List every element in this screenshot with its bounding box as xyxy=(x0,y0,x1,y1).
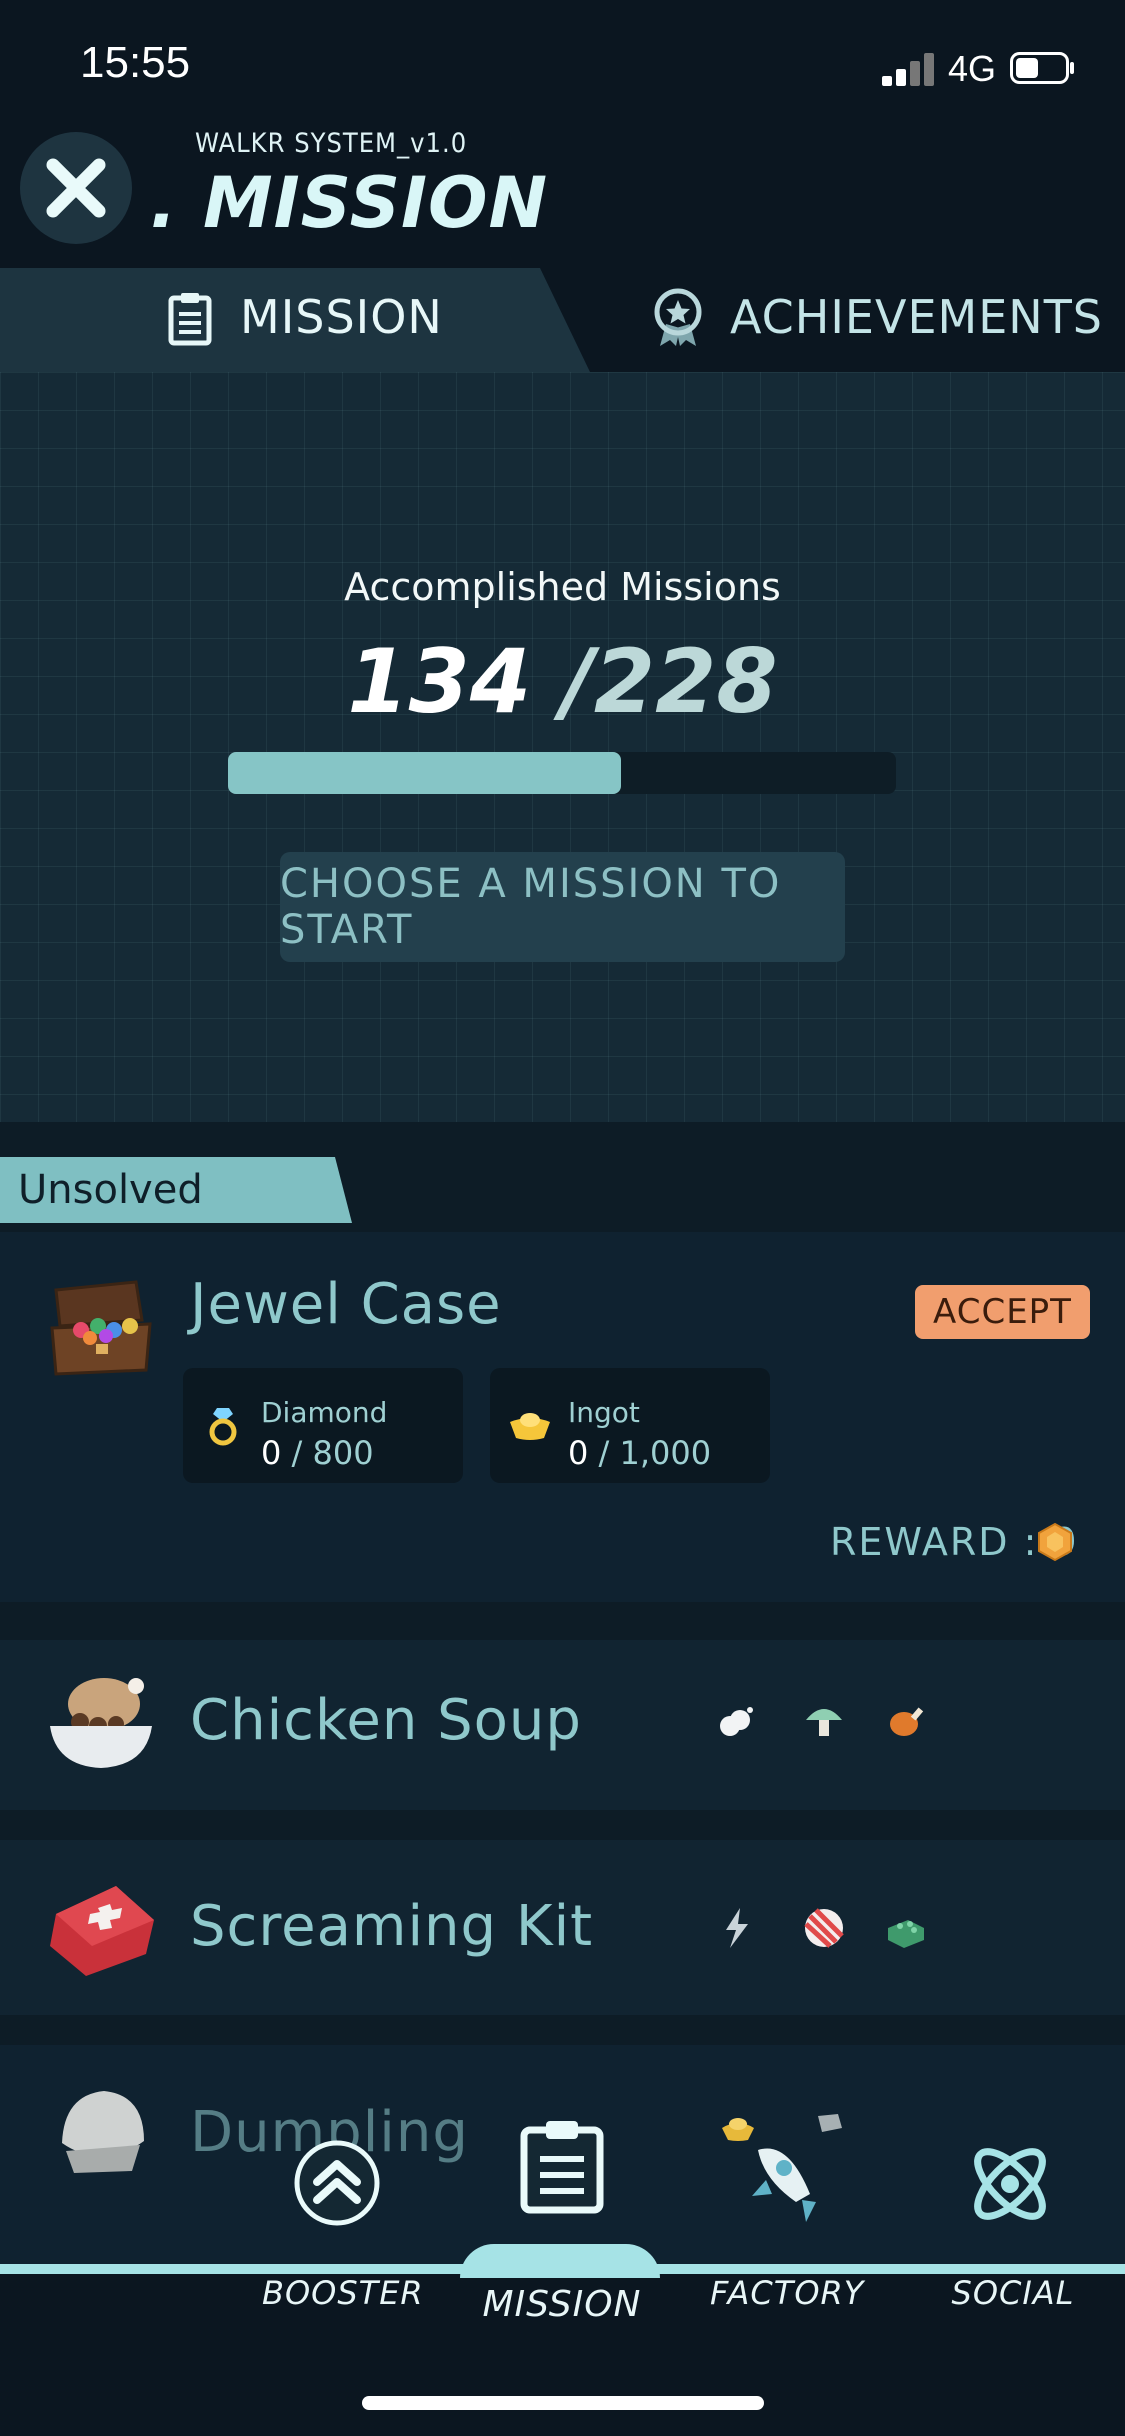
tab-mission-label: MISSION xyxy=(240,290,443,344)
nav-factory-label: FACTORY xyxy=(710,2274,865,2312)
close-icon xyxy=(46,158,106,218)
dumpling-icon xyxy=(62,2091,144,2173)
mission-name: Jewel Case xyxy=(190,1272,502,1337)
requirement-name: Diamond xyxy=(261,1396,388,1429)
home-indicator[interactable] xyxy=(362,2396,764,2410)
drumstick-icon xyxy=(890,1707,924,1736)
nav-mission-label: MISSION xyxy=(482,2284,642,2325)
battery-icon xyxy=(1010,52,1074,84)
page-title: . MISSION xyxy=(150,162,549,244)
nav-social-label: SOCIAL xyxy=(951,2274,1075,2312)
mission-summary-panel xyxy=(0,372,1125,1122)
clipboard-icon xyxy=(520,2121,604,2214)
brick-icon xyxy=(888,1920,924,1948)
requirement-value: 0 / 1,000 xyxy=(568,1434,712,1472)
progress-bar-fill xyxy=(228,752,621,794)
clipboard-icon xyxy=(168,293,212,346)
requirement-ingot: Ingot 0 / 1,000 xyxy=(490,1368,770,1483)
status-time: 15:55 xyxy=(80,38,191,87)
striped-ball-icon xyxy=(804,1908,844,1948)
medal-icon xyxy=(654,288,702,346)
network-label: 4G xyxy=(948,48,997,89)
progress-bar xyxy=(228,752,896,794)
lightning-icon xyxy=(726,1908,748,1948)
mission-name: Screaming Kit xyxy=(190,1894,594,1959)
requirement-name: Ingot xyxy=(568,1396,640,1429)
diamond-ring-icon xyxy=(209,1408,237,1446)
chicken-soup-icon xyxy=(50,1678,152,1768)
tab-achievements-label: ACHIEVEMENTS xyxy=(730,290,1103,344)
rocket-icon xyxy=(722,2114,842,2222)
section-header: Unsolved xyxy=(0,1157,352,1223)
mushroom-icon xyxy=(806,1709,842,1736)
accomplished-label: Accomplished Missions xyxy=(344,565,781,609)
accept-button[interactable]: ACCEPT xyxy=(915,1285,1090,1339)
system-label: WALKR SYSTEM_v1.0 xyxy=(195,128,468,159)
accomplished-total: /228 xyxy=(561,630,778,733)
choose-mission-button[interactable]: CHOOSE A MISSION TO START xyxy=(280,852,845,962)
jewel-case-icon xyxy=(50,1280,152,1376)
atom-icon xyxy=(974,2148,1046,2220)
gold-ingot-icon xyxy=(510,1413,550,1440)
mission-name: Chicken Soup xyxy=(190,1688,582,1753)
chevrons-up-icon xyxy=(294,2140,380,2226)
section-label: Unsolved xyxy=(18,1167,203,1213)
close-button[interactable] xyxy=(20,132,132,244)
accomplished-done: 134 xyxy=(347,630,532,733)
nav-booster-label: BOOSTER xyxy=(262,2274,424,2312)
first-aid-kit-icon xyxy=(50,1886,154,1976)
requirement-value: 0 / 800 xyxy=(261,1434,374,1472)
requirement-diamond: Diamond 0 / 800 xyxy=(183,1368,463,1483)
cloud-icon xyxy=(720,1707,753,1736)
hex-coin-icon xyxy=(1038,1522,1072,1562)
accomplished-count: 134 /228 xyxy=(0,630,1125,733)
signal-icon xyxy=(882,53,934,86)
